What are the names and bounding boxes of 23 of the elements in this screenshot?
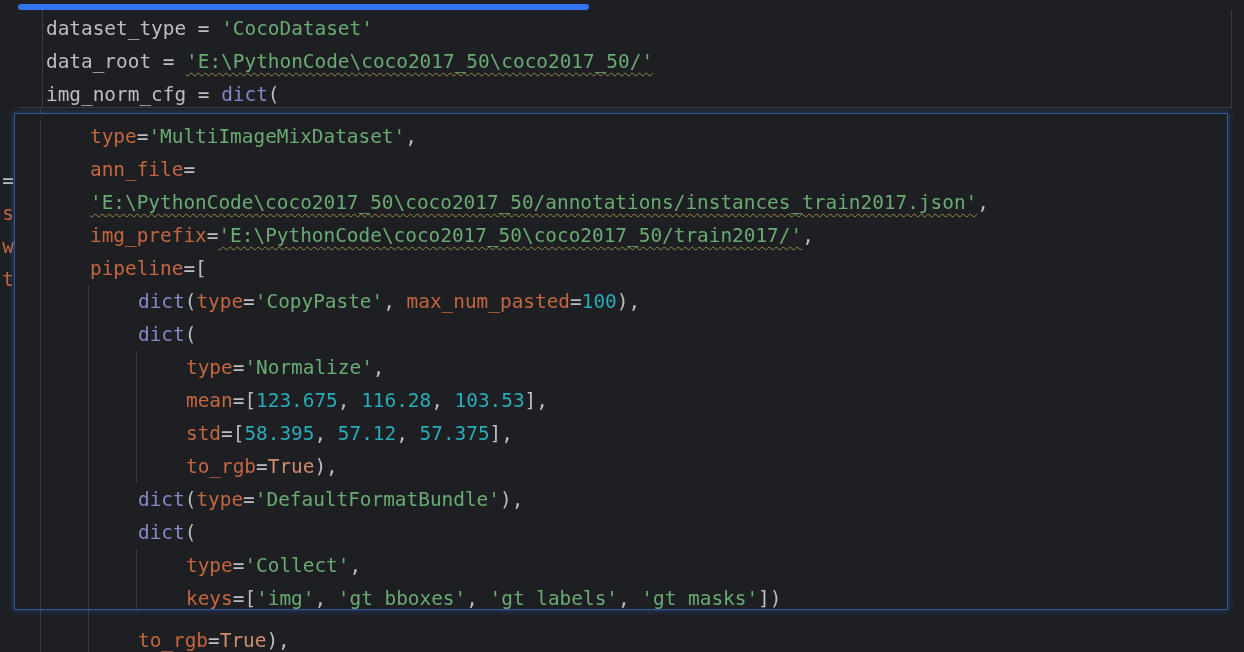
code-line: type='MultiImageMixDataset', [90, 124, 418, 150]
code-line: std=[58.395, 57.12, 57.375], [186, 421, 514, 447]
code-line: ann_file= [90, 157, 197, 183]
code-line: img_prefix='E:\PythonCode\coco2017_50\coco2017_50/train2017/', [90, 223, 815, 249]
code-line: data_root = 'E:\PythonCode\coco2017_50\coco2017_50/' [46, 49, 654, 75]
code-line: type='Normalize', [186, 355, 386, 381]
code-line: mean=[123.675, 116.28, 103.53], [186, 388, 549, 414]
code-line: 'E:\PythonCode\coco2017_50\coco2017_50/annotations/instances_train2017.json', [90, 190, 990, 216]
code-fragment: = [1, 168, 14, 194]
code-line: img_norm_cfg = dict( [46, 82, 281, 108]
code-line: dict(type='DefaultFormatBundle'), [138, 487, 525, 513]
code-line: dict( [138, 520, 198, 546]
code-line: type='Collect', [186, 553, 363, 579]
code-fragment: w [1, 234, 14, 260]
code-line: to_rgb=True), [186, 454, 339, 480]
code-line: to_rgb=True), [138, 628, 290, 652]
code-fragment: t [1, 267, 14, 293]
code-fragment: s [1, 201, 14, 227]
code-line: dict(type='CopyPaste', max_num_pasted=100), [138, 289, 642, 315]
code-line: pipeline=[ [90, 256, 208, 282]
code-line: dataset_type = 'CocoDataset' [46, 16, 374, 42]
code-line: dict( [138, 322, 198, 348]
code-line: keys=['img', 'gt_bboxes', 'gt_labels', 'gt_masks']) [186, 586, 783, 609]
